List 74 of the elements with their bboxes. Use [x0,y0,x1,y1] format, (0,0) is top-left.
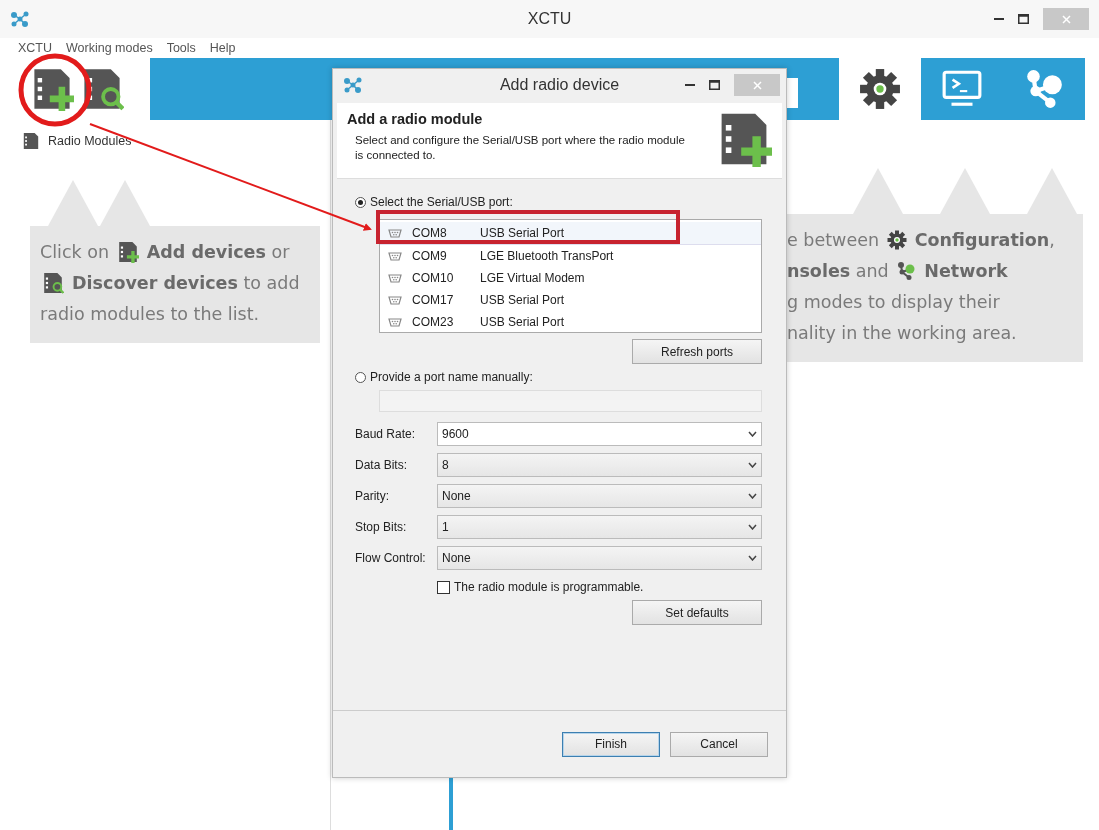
menu-item[interactable]: Tools [166,41,196,55]
port-description: LGE Bluetooth TransPort [480,249,614,263]
port-name: COM8 [412,226,448,240]
dialog-description: Select and configure the Serial/USB port where the radio module is connected to. [354,133,686,163]
dialog-button[interactable]: Cancel [670,731,768,757]
dialog-heading: Add a radio module [347,111,484,127]
close-icon [752,80,762,90]
maximize-icon[interactable] [1018,14,1029,24]
close-icon [1061,14,1071,24]
radio-label[interactable]: Select the Serial/USB port: [370,195,513,209]
setting-label: Data Bits: [355,458,409,472]
setting-label: Parity: [355,489,390,503]
setting-label: Baud Rate: [355,427,417,441]
port-description: USB Serial Port [480,293,565,307]
set-defaults-button[interactable]: Set defaults [632,600,762,625]
callout-text: Discover devices to add [40,267,312,298]
radio-button[interactable] [355,371,366,383]
menu-item[interactable]: Working modes [66,41,153,55]
port-description: USB Serial Port [480,315,565,329]
setting-label: Stop Bits: [355,520,408,534]
radio-button[interactable] [355,196,366,208]
port-description: LGE Virtual Modem [480,271,585,285]
radio-label[interactable]: Provide a port name manually: [370,370,533,384]
port-row[interactable]: COM17 USB Serial Port [380,289,761,311]
setting-dropdown[interactable]: 9600 [437,422,762,446]
radio-module-icon [22,132,40,150]
port-row[interactable]: COM23 USB Serial Port [380,311,761,333]
menu-item[interactable]: XCTU [18,41,53,55]
chevron-down-icon [748,555,757,561]
serial-port-icon [388,317,402,327]
port-name: COM17 [412,293,455,307]
chevron-down-icon [748,431,757,437]
refresh-ports-button[interactable]: Refresh ports [632,339,762,364]
setting-dropdown[interactable]: None [437,546,762,570]
checkbox-label[interactable]: The radio module is programmable. [454,580,644,594]
setting-dropdown[interactable]: 8 [437,453,762,477]
serial-port-icon [388,251,402,261]
sidebar-title: Radio Modules [48,134,132,148]
app-logo-icon [10,11,30,27]
settings-icon [859,68,901,110]
port-description: USB Serial Port [480,226,565,240]
dialog-title: Add radio device [499,76,620,94]
serial-port-icon [388,273,402,283]
port-row[interactable]: COM9 LGE Bluetooth TransPort [380,245,761,267]
minimize-icon[interactable] [994,17,1004,21]
setting-dropdown[interactable]: 1 [437,515,762,539]
setting-dropdown[interactable]: None [437,484,762,508]
checkbox[interactable] [437,580,450,594]
callout-text: nality in the working area. [787,321,1018,345]
window-title: XCTU [527,10,572,28]
maximize-icon[interactable] [709,80,720,90]
port-name: COM9 [412,249,448,263]
port-name: COM10 [412,271,455,285]
chevron-down-icon [748,493,757,499]
port-name: COM23 [412,315,455,329]
callout-text: e between Configuration, [787,228,1056,252]
serial-port-icon [388,295,402,305]
discover-device-icon [42,271,64,294]
settings-icon [886,229,907,250]
callout-text: nsoles and Network [787,259,1009,283]
app-logo-icon [343,77,363,93]
menu-item[interactable]: Help [209,41,236,55]
chevron-down-icon [748,524,757,530]
callout-text: radio modules to the list. [40,302,261,326]
add-device-icon [116,240,139,263]
setting-label: Flow Control: [355,551,427,565]
serial-port-icon [388,228,402,238]
port-row[interactable]: COM10 LGE Virtual Modem [380,267,761,289]
callout-text: Click on Add devices or [40,239,291,265]
minimize-icon[interactable] [685,83,695,87]
callout-text: g modes to display their [787,290,1001,314]
dialog-button[interactable]: Finish [562,731,660,757]
network-icon [896,260,917,281]
chevron-down-icon [748,462,757,468]
